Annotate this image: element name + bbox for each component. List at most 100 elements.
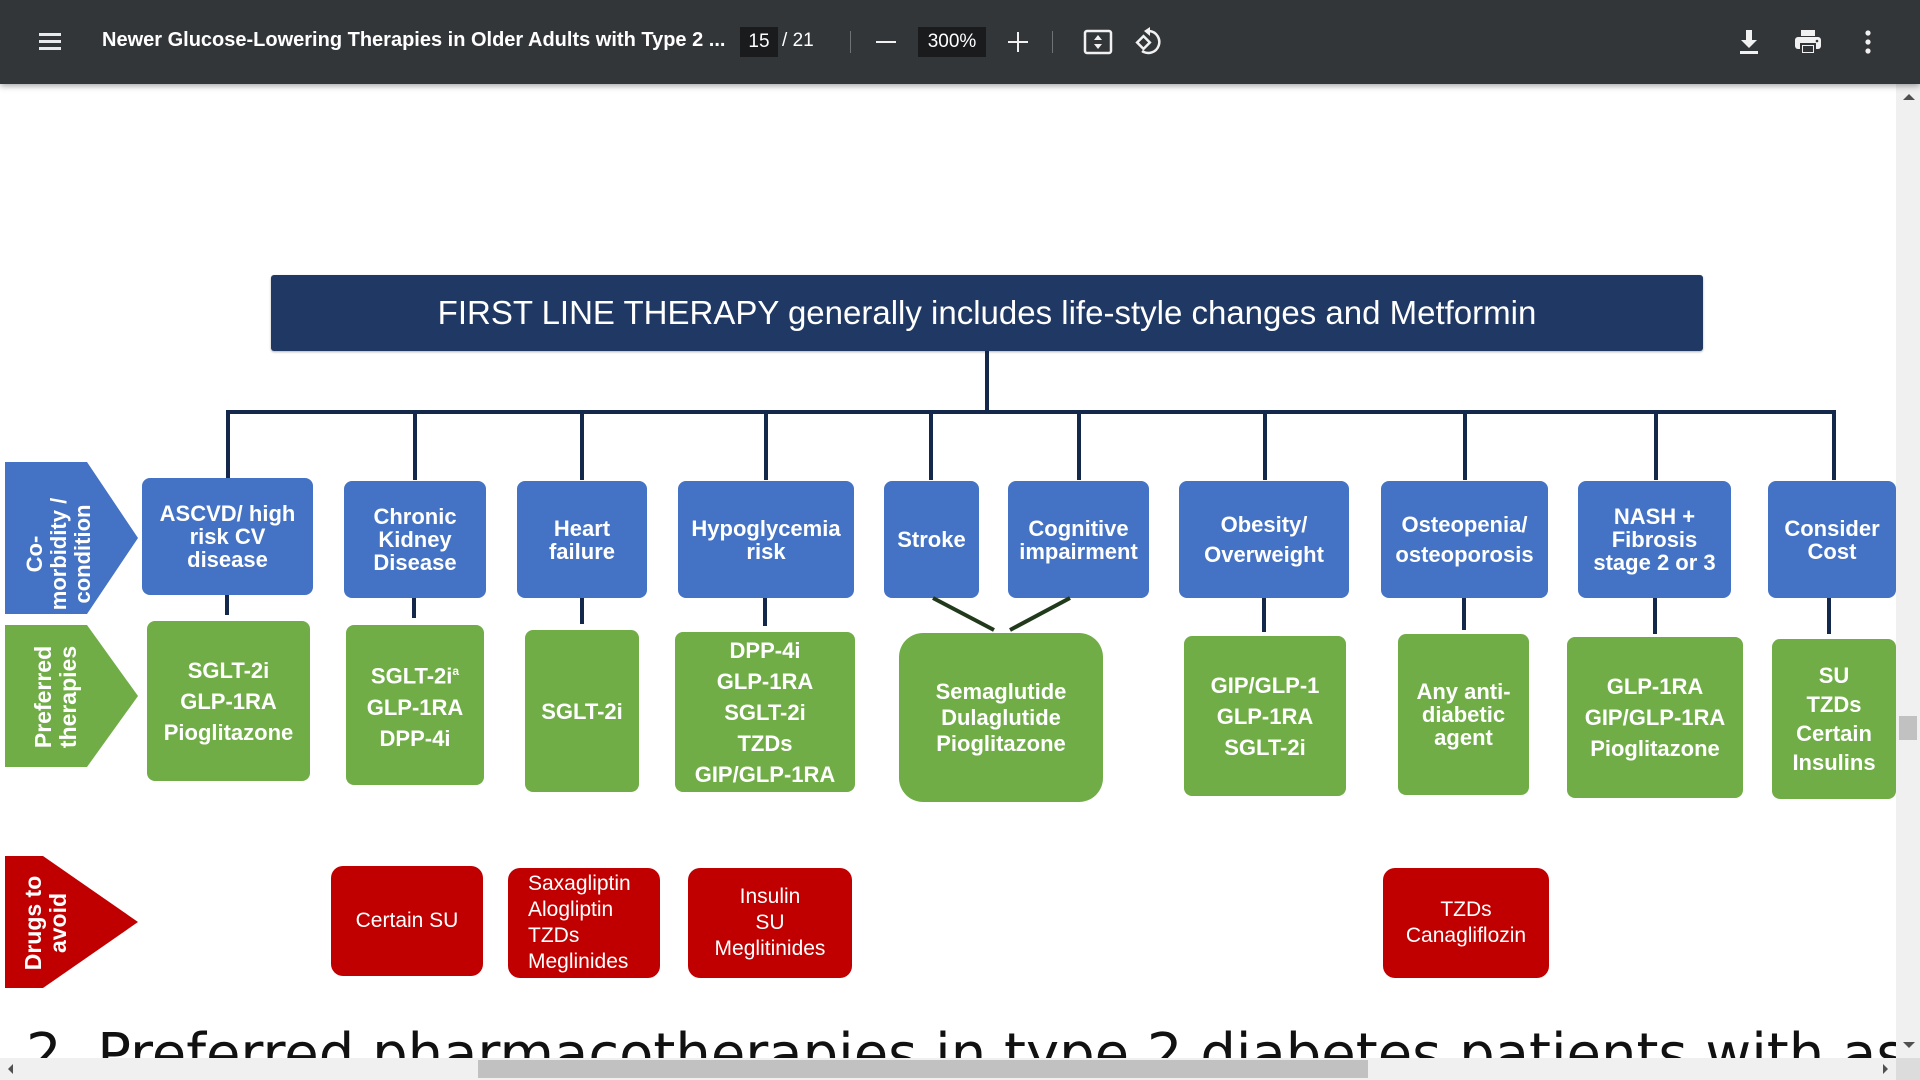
rotate-button[interactable] — [1135, 26, 1167, 58]
scroll-left-arrow-icon[interactable] — [8, 1064, 13, 1074]
preferred-box-ckd: SGLT-2ia GLP-1RA DPP-4i — [346, 625, 484, 785]
condition-box-cost: Consider Cost — [1768, 481, 1896, 598]
condition-label: ASCVD/ high risk CV disease — [159, 501, 296, 572]
preferred-text-rest: GLP-1RA DPP-4i — [366, 694, 464, 751]
connector-drop — [929, 410, 933, 480]
preferred-text: SGLT-2i — [541, 698, 623, 724]
page-total: / 21 — [782, 30, 814, 52]
more-vertical-icon — [1865, 30, 1871, 54]
condition-label: Consider Cost — [1784, 515, 1880, 564]
avoid-text: TZDs Canagliflozin — [1405, 898, 1527, 947]
pdf-page-viewport: FIRST LINE THERAPY generally includes li… — [0, 84, 1896, 1058]
connector-drop — [1463, 410, 1467, 480]
condition-label: NASH + Fibrosis stage 2 or 3 — [1593, 504, 1716, 575]
condition-label: Heart failure — [548, 515, 616, 564]
connector — [1262, 598, 1266, 632]
condition-label: Obesity/ Overweight — [1204, 511, 1324, 567]
zoom-level-input[interactable]: 300% — [918, 27, 986, 57]
condition-label: Hypoglycemia risk — [691, 515, 841, 564]
connector — [412, 598, 416, 618]
connector-drop — [1263, 410, 1267, 480]
connector-drop — [580, 410, 584, 480]
scrollbar-corner — [1896, 1058, 1920, 1080]
hamburger-menu-icon-bar — [39, 47, 61, 50]
connector-drop — [1832, 410, 1836, 480]
horizontal-scrollbar[interactable] — [0, 1058, 1896, 1080]
preferred-box-osteopenia: Any anti- diabetic agent — [1398, 634, 1529, 795]
page-number-input[interactable]: 15 — [740, 27, 778, 57]
preferred-box-nash: GLP-1RA GIP/GLP-1RA Pioglitazone — [1567, 637, 1743, 798]
hamburger-menu-icon-bar — [39, 40, 61, 43]
total-pages: 21 — [792, 30, 814, 51]
condition-box-ascvd: ASCVD/ high risk CV disease — [142, 478, 313, 595]
connector-horizontal — [226, 410, 1836, 414]
zoom-in-button[interactable] — [1004, 28, 1032, 56]
avoid-text: Saxagliptin Alogliptin TZDs Meglinides — [528, 872, 631, 973]
zoom-out-button[interactable] — [872, 28, 900, 56]
download-button[interactable] — [1733, 26, 1765, 58]
condition-label: Chronic Kidney Disease — [373, 504, 457, 575]
preferred-text: SU TZDs Certain Insulins — [1792, 663, 1876, 775]
preferred-box-cost: SU TZDs Certain Insulins — [1772, 639, 1896, 799]
connector-drop — [1077, 410, 1081, 480]
horizontal-scrollbar-thumb[interactable] — [478, 1060, 1368, 1078]
scroll-up-arrow-icon[interactable] — [1903, 94, 1915, 100]
preferred-box-hypoglycemia: DPP-4i GLP-1RA SGLT-2i TZDs GIP/GLP-1RA — [675, 632, 855, 792]
condition-box-hypoglycemia: Hypoglycemia risk — [678, 481, 854, 598]
condition-box-obesity: Obesity/ Overweight — [1179, 481, 1349, 598]
connector — [1653, 598, 1657, 634]
preferred-row-label: Preferred therapies — [30, 645, 81, 749]
fit-to-page-button[interactable] — [1082, 26, 1114, 58]
condition-label: Stroke — [897, 527, 966, 552]
rotate-counterclockwise-icon — [1135, 27, 1161, 55]
connector — [763, 598, 767, 626]
condition-box-osteopenia: Osteopenia/ osteoporosis — [1381, 481, 1548, 598]
preferred-text: Any anti- diabetic agent — [1416, 679, 1511, 750]
avoid-box-osteopenia: TZDs Canagliflozin — [1383, 868, 1549, 978]
connector-drop — [226, 410, 230, 480]
toolbar-divider — [850, 31, 851, 53]
condition-box-heart-failure: Heart failure — [517, 481, 647, 598]
comorbidity-row-label: Co- morbidity / condition — [22, 497, 95, 611]
preferred-text: SGLT-2i GLP-1RA Pioglitazone — [163, 657, 294, 745]
condition-box-stroke: Stroke — [884, 481, 979, 598]
connector-stem — [985, 351, 989, 412]
connector-drop — [1654, 410, 1658, 480]
toolbar-divider — [1052, 31, 1053, 53]
connector-drop — [413, 410, 417, 480]
connector — [225, 595, 229, 615]
connector — [1462, 598, 1466, 630]
condition-box-nash: NASH + Fibrosis stage 2 or 3 — [1578, 481, 1731, 598]
section-heading-partial: 2. Preferred pharmacotherapies in type 2… — [26, 1022, 1896, 1058]
avoid-box-ckd: Certain SU — [331, 866, 483, 976]
condition-box-ckd: Chronic Kidney Disease — [344, 481, 486, 598]
connector — [1827, 598, 1831, 634]
preferred-text: GIP/GLP-1 GLP-1RA SGLT-2i — [1210, 672, 1320, 760]
print-icon — [1795, 30, 1821, 55]
condition-box-cognitive: Cognitive impairment — [1008, 481, 1149, 598]
stroke-cognitive-connector — [932, 596, 1071, 632]
preferred-text-sglt2i: SGLT-2i — [370, 663, 453, 689]
pdf-toolbar: Newer Glucose-Lowering Therapies in Olde… — [0, 0, 1920, 84]
connector-drop — [764, 410, 768, 480]
vertical-scrollbar[interactable] — [1896, 84, 1920, 1058]
more-options-button[interactable] — [1852, 26, 1884, 58]
preferred-text: Semaglutide Dulaglutide Pioglitazone — [935, 678, 1067, 756]
page-separator: / — [782, 30, 788, 51]
menu-button[interactable] — [34, 26, 66, 58]
avoid-box-hypoglycemia: Insulin SU Meglitinides — [688, 868, 852, 978]
vertical-scrollbar-thumb[interactable] — [1899, 716, 1917, 740]
first-line-therapy-banner: FIRST LINE THERAPY generally includes li… — [271, 275, 1703, 351]
avoid-text: Certain SU — [355, 909, 459, 932]
scroll-right-arrow-icon[interactable] — [1883, 1064, 1888, 1074]
avoid-text: Insulin SU Meglitinides — [714, 885, 826, 960]
print-button[interactable] — [1792, 26, 1824, 58]
preferred-text: GLP-1RA GIP/GLP-1RA Pioglitazone — [1584, 674, 1726, 761]
condition-label: Osteopenia/ osteoporosis — [1395, 511, 1534, 567]
preferred-box-obesity: GIP/GLP-1 GLP-1RA SGLT-2i — [1184, 636, 1346, 796]
avoid-row-label: Drugs to avoid — [20, 875, 71, 971]
hamburger-menu-icon — [39, 33, 61, 36]
avoid-box-heart-failure: Saxagliptin Alogliptin TZDs Meglinides — [508, 868, 660, 978]
preferred-box-stroke-cognitive: Semaglutide Dulaglutide Pioglitazone — [899, 633, 1103, 802]
scroll-down-arrow-icon[interactable] — [1903, 1042, 1915, 1048]
